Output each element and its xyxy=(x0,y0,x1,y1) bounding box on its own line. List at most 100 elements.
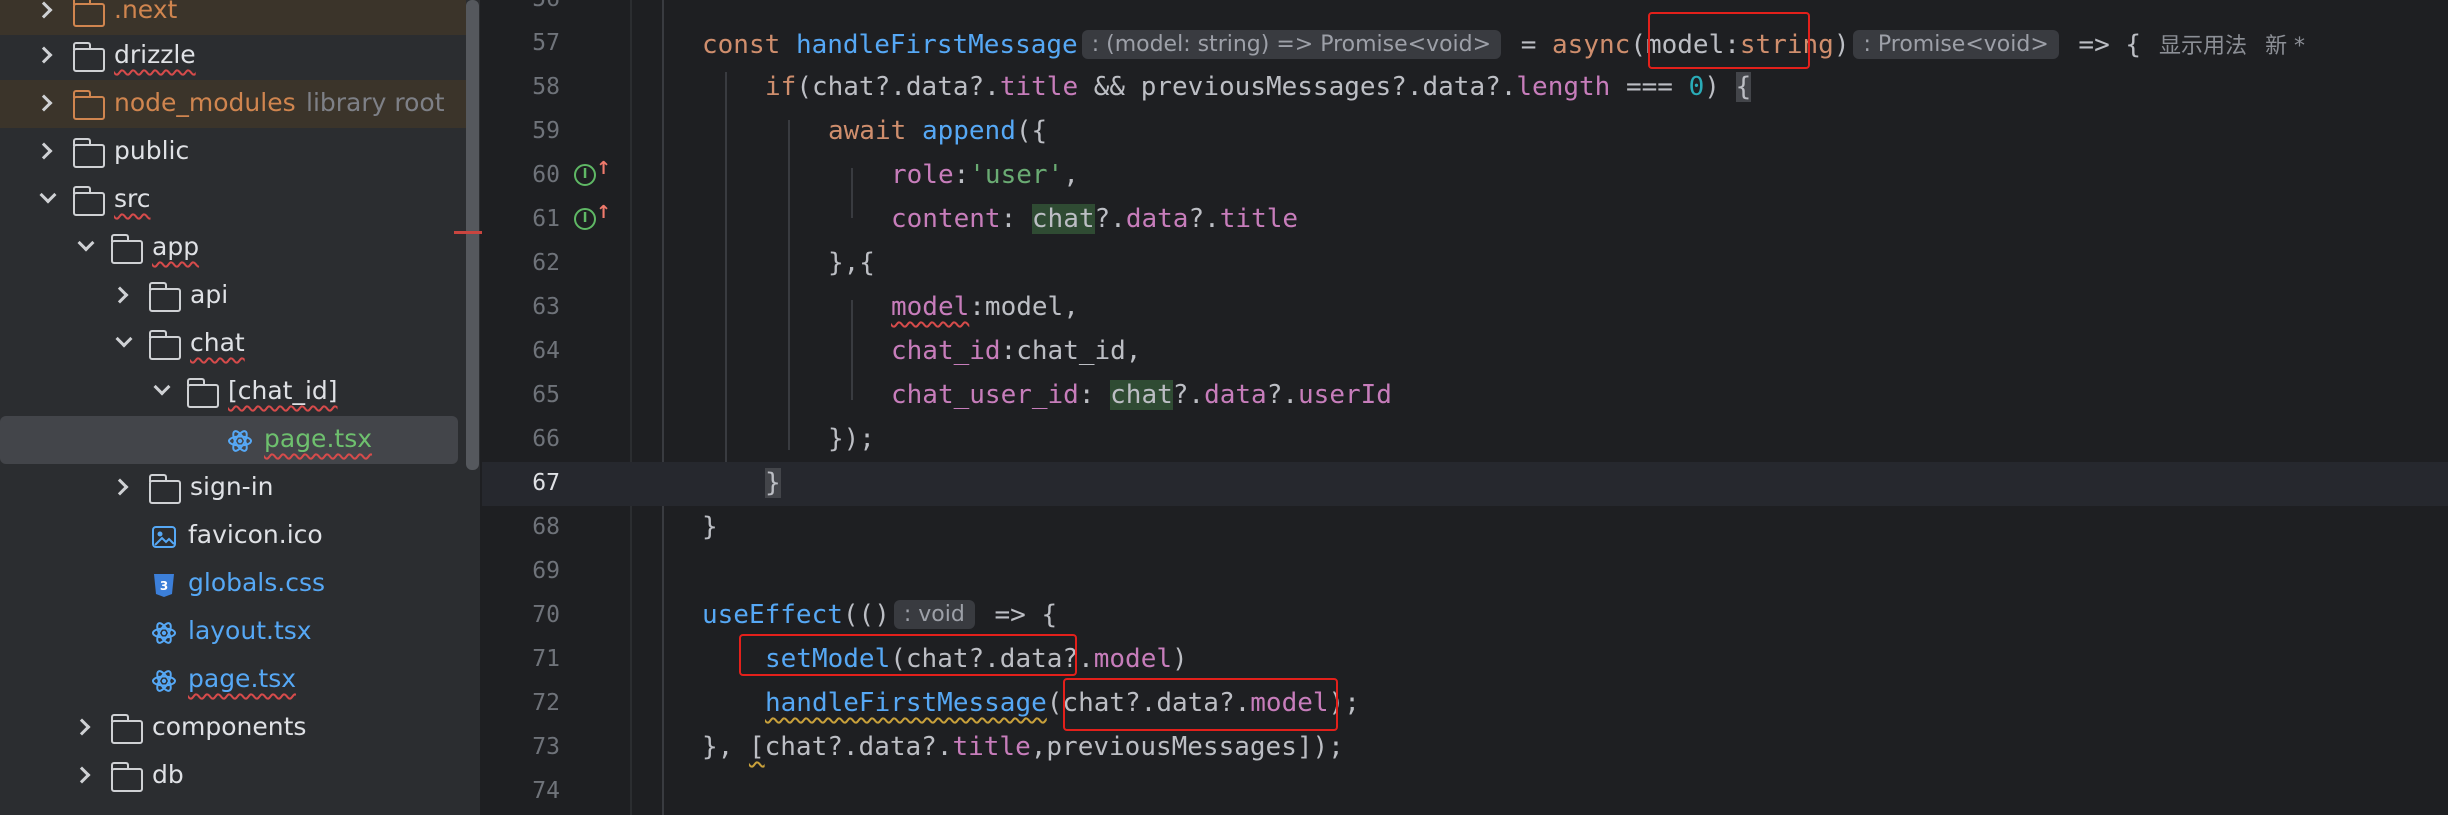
chevron-down-icon[interactable] xyxy=(39,186,57,204)
tree-item[interactable]: page.tsx xyxy=(0,416,458,464)
tree-item-label: favicon.ico xyxy=(188,520,323,549)
code-line: 68 } xyxy=(482,506,2448,550)
chevron-down-icon[interactable] xyxy=(153,378,171,396)
tree-item[interactable]: src xyxy=(0,176,468,224)
project-tree-scrollbar[interactable] xyxy=(466,0,479,470)
code-text: const handleFirstMessage: (model: string… xyxy=(702,30,2306,60)
code-text: await append({ xyxy=(828,116,1048,146)
chevron-right-icon[interactable] xyxy=(73,766,91,784)
tree-item-label: page.tsx xyxy=(188,664,297,693)
code-text: }); xyxy=(828,424,875,454)
chevron-down-icon[interactable] xyxy=(77,234,95,252)
code-text: }, [chat?.data?.title,previousMessages])… xyxy=(702,732,1344,762)
tree-item-label: app xyxy=(152,232,200,261)
show-usages-link[interactable]: 显示用法 xyxy=(2159,34,2247,59)
line-number: 60 xyxy=(532,162,560,188)
chevron-right-icon[interactable] xyxy=(111,478,129,496)
code-line: 72 handleFirstMessage(chat?.data?.model)… xyxy=(482,682,2448,726)
tree-item[interactable]: node_modules library root xyxy=(0,80,468,128)
tree-item[interactable]: page.tsx xyxy=(0,656,468,704)
tree-item[interactable]: api xyxy=(0,272,468,320)
react-file-icon xyxy=(151,620,177,646)
tree-item-label: components xyxy=(152,712,307,741)
tree-item-label: db xyxy=(152,760,184,789)
annotation-box xyxy=(1648,12,1810,69)
tree-item[interactable]: public xyxy=(0,128,468,176)
folder-icon xyxy=(72,90,105,120)
code-line: 74 xyxy=(482,770,2448,814)
implementation-gutter-icon[interactable]: I xyxy=(574,208,596,230)
code-text: chat_id:chat_id, xyxy=(891,336,1142,366)
folder-icon xyxy=(110,234,143,264)
svg-text:3: 3 xyxy=(160,579,168,593)
line-number: 61 xyxy=(532,206,560,232)
folder-icon xyxy=(186,378,219,408)
tree-item-label: public xyxy=(114,136,190,165)
line-number: 58 xyxy=(532,74,560,100)
tree-item[interactable]: drizzle xyxy=(0,32,468,80)
line-number: 63 xyxy=(532,294,560,320)
chevron-down-icon[interactable] xyxy=(115,330,133,348)
tree-item-label: src xyxy=(114,184,151,213)
tree-item[interactable]: 3 globals.css xyxy=(0,560,468,608)
react-file-icon xyxy=(227,428,253,454)
code-line: 60 I ↑ role:'user', xyxy=(482,154,2448,198)
tree-item[interactable]: layout.tsx xyxy=(0,608,468,656)
error-stripe-mark xyxy=(454,231,482,234)
line-number: 66 xyxy=(532,426,560,452)
code-line: 70 useEffect((): void => { xyxy=(482,594,2448,638)
chevron-right-icon[interactable] xyxy=(73,718,91,736)
tree-item[interactable]: chat xyxy=(0,320,468,368)
project-tree: .next drizzle node_modules library root publ… xyxy=(0,0,468,815)
implementation-gutter-icon[interactable]: I xyxy=(574,164,596,186)
tree-item-label: drizzle xyxy=(114,40,196,69)
tree-item[interactable]: components xyxy=(0,704,468,752)
return-type-hint: : Promise<void> xyxy=(1853,30,2059,59)
line-number: 64 xyxy=(532,338,560,364)
code-text: } xyxy=(702,512,718,542)
chevron-right-icon[interactable] xyxy=(35,1,53,19)
tree-item-label: .next xyxy=(114,0,178,24)
folder-icon xyxy=(110,762,143,792)
code-line: 58 if(chat?.data?.title && previousMessa… xyxy=(482,66,2448,110)
code-text: useEffect((): void => { xyxy=(702,600,1058,630)
code-line: 62 },{ xyxy=(482,242,2448,286)
folder-icon xyxy=(110,714,143,744)
tree-item[interactable]: app xyxy=(0,224,468,272)
folder-icon xyxy=(148,474,181,504)
tree-item[interactable]: db xyxy=(0,752,468,800)
image-file-icon xyxy=(151,524,177,550)
author-inlay: 新 * xyxy=(2265,34,2306,59)
tree-item-label: chat xyxy=(190,328,245,357)
code-text: chat_user_id: chat?.data?.userId xyxy=(891,380,1392,410)
folder-icon xyxy=(72,138,105,168)
chevron-right-icon[interactable] xyxy=(35,142,53,160)
annotation-box xyxy=(739,634,1077,676)
chevron-right-icon[interactable] xyxy=(111,286,129,304)
line-number: 72 xyxy=(532,690,560,716)
line-number: 70 xyxy=(532,602,560,628)
tree-item[interactable]: .next xyxy=(0,0,468,35)
code-line: 64 chat_id:chat_id, xyxy=(482,330,2448,374)
tree-item-label: layout.tsx xyxy=(188,616,312,645)
code-text: },{ xyxy=(828,248,875,278)
code-line: 73 }, [chat?.data?.title,previousMessage… xyxy=(482,726,2448,770)
tree-item[interactable]: favicon.ico xyxy=(0,512,468,560)
css-file-icon: 3 xyxy=(151,572,177,598)
tree-item[interactable]: sign-in xyxy=(0,464,468,512)
chevron-right-icon[interactable] xyxy=(35,46,53,64)
folder-icon xyxy=(148,282,181,312)
tree-item-label: api xyxy=(190,280,229,309)
line-number: 57 xyxy=(532,30,560,56)
tree-item-label: [chat_id] xyxy=(228,376,338,405)
line-number: 73 xyxy=(532,734,560,760)
folder-icon xyxy=(72,186,105,216)
type-hint: : (model: string) => Promise<void> xyxy=(1081,30,1502,59)
tree-item[interactable]: [chat_id] xyxy=(0,368,468,416)
tree-item-label: page.tsx xyxy=(264,424,373,453)
tree-item-label: node_modules xyxy=(114,88,296,117)
code-line: 66 }); xyxy=(482,418,2448,462)
code-editor[interactable]: 56 57 const handleFirstMessage: (model: … xyxy=(482,0,2448,815)
chevron-right-icon[interactable] xyxy=(35,94,53,112)
code-text: content: chat?.data?.title xyxy=(891,204,1299,234)
